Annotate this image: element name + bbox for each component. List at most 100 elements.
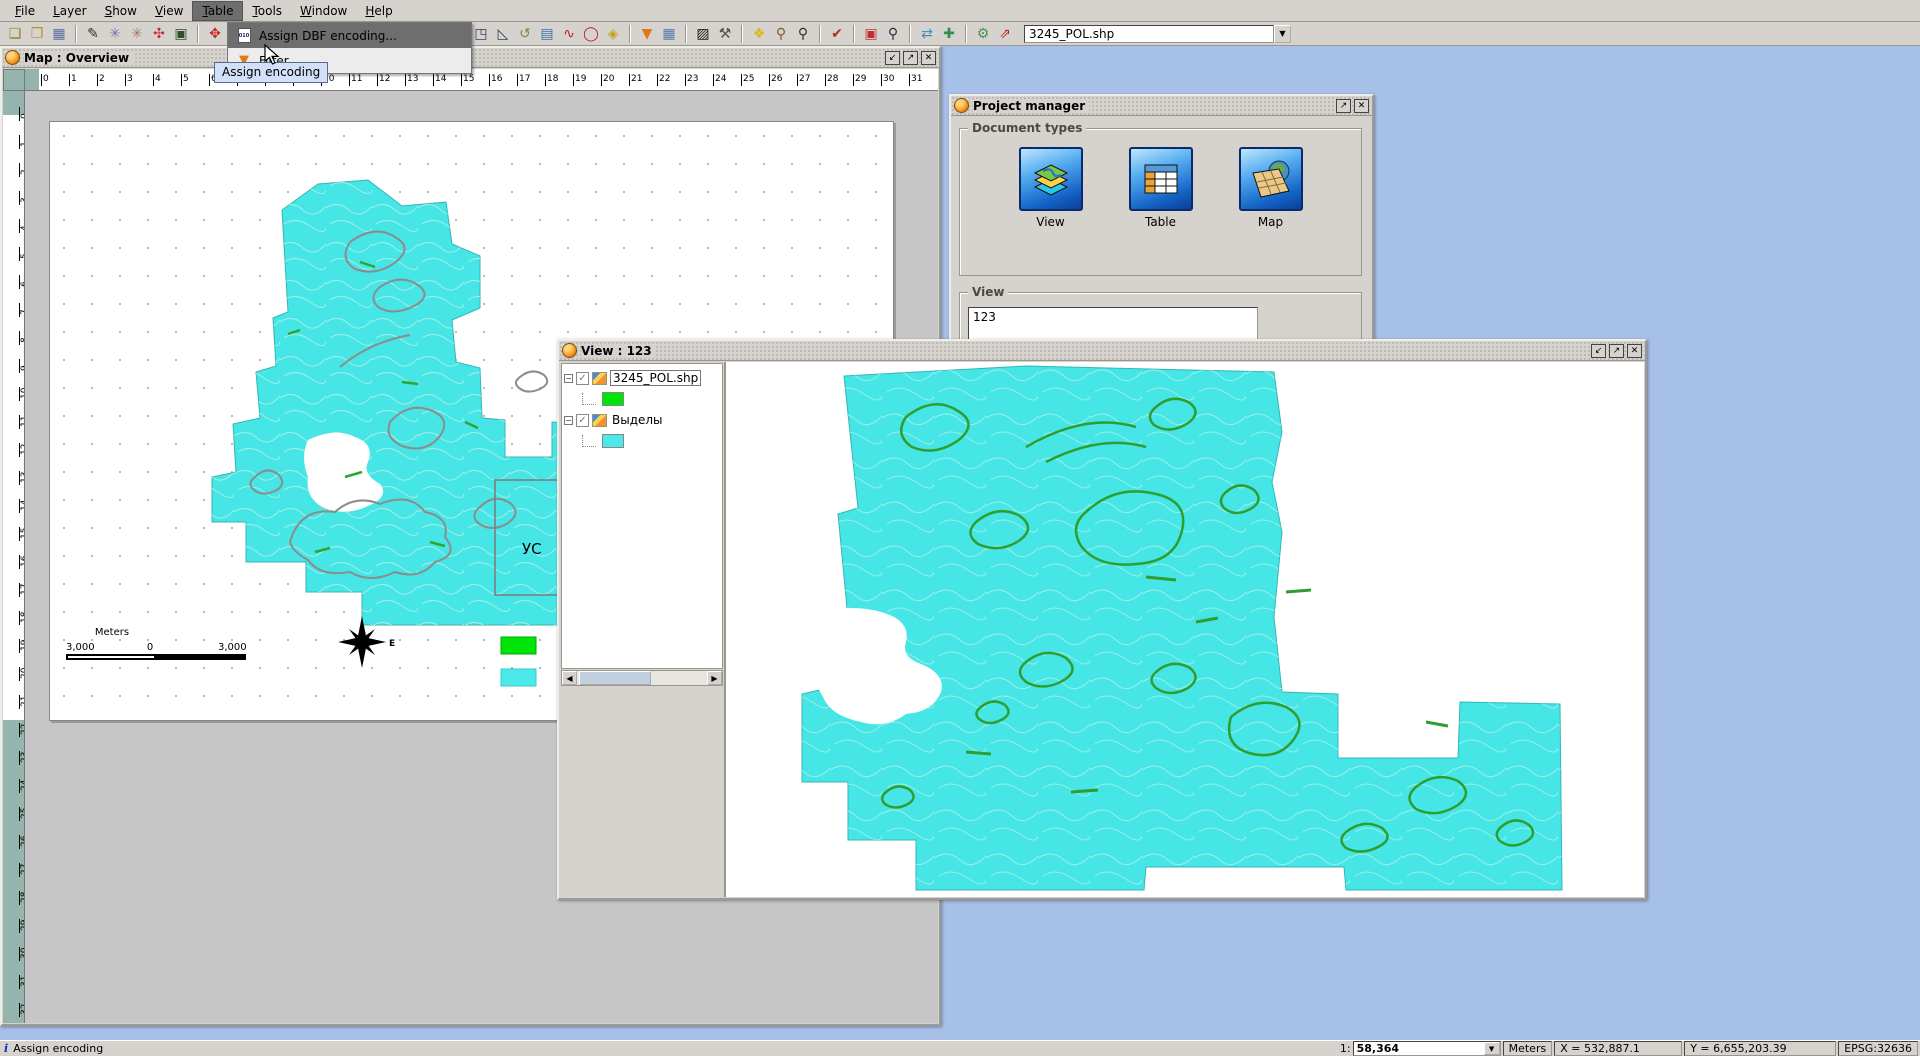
ruler-tick: 1 (69, 74, 77, 86)
layer-row[interactable]: −✓ 3245_POL.shp (564, 368, 720, 388)
layer-combobox[interactable]: 3245_POL.shp ▼ (1024, 25, 1291, 43)
toolbar-separator (853, 25, 855, 43)
ruler-tick: 25 (741, 74, 754, 86)
document-types-group: Document types ViewTableMap (959, 128, 1362, 276)
ruler-tick: 5 (181, 74, 189, 86)
zoom-extent-icon[interactable]: ✥ (204, 24, 226, 44)
menu-tools[interactable]: Tools (243, 2, 291, 20)
info-icon: i (4, 1042, 8, 1055)
scroll-left-icon[interactable]: ◀ (562, 671, 577, 685)
scale-value[interactable]: 58,364 (1354, 1042, 1484, 1055)
zoom-map-icon[interactable]: ⚲ (770, 24, 792, 44)
view-window-titlebar[interactable]: View : 123 ↙ ↗ ✕ (559, 341, 1645, 361)
refresh-view-icon[interactable]: ⇄ (916, 24, 938, 44)
scale-combobox[interactable]: 58,364 ▼ (1353, 1041, 1501, 1056)
restore-icon[interactable]: ↙ (885, 51, 900, 65)
snap-axes-icon[interactable]: ⇗ (994, 24, 1016, 44)
tree-connector (582, 393, 596, 405)
scrollbar-track[interactable] (577, 671, 707, 685)
layers-tree[interactable]: −✓3245_POL.shp−✓Выделы (561, 363, 723, 669)
table-document-icon[interactable] (1129, 147, 1193, 211)
maximize-icon[interactable]: ↗ (903, 51, 918, 65)
refresh-icon[interactable]: ↺ (514, 24, 536, 44)
scrollbar-thumb[interactable] (579, 671, 651, 685)
trace-select-icon[interactable]: ∿ (558, 24, 580, 44)
layer-checkbox[interactable]: ✓ (576, 414, 589, 427)
buffer-icon[interactable]: ◈ (602, 24, 624, 44)
doc-type-label: Table (1125, 215, 1197, 229)
map-document-icon[interactable] (1239, 147, 1303, 211)
layer-checkbox[interactable]: ✓ (576, 372, 589, 385)
geoprocess-icon[interactable]: ❖ (748, 24, 770, 44)
doc-type-table-button[interactable]: Table (1125, 147, 1197, 229)
edit-icon[interactable]: ✎ (82, 24, 104, 44)
search-attributes-icon[interactable]: ⚲ (792, 24, 814, 44)
menu-layer[interactable]: Layer (44, 2, 95, 20)
menu-bar: FileLayerShowViewTableToolsWindowHelp (0, 0, 1920, 22)
save-project-icon[interactable]: ▦ (48, 24, 70, 44)
toolbox-icon[interactable]: ⚒ (714, 24, 736, 44)
legend-swatch[interactable] (602, 392, 624, 406)
close-icon[interactable]: ✕ (1354, 99, 1369, 113)
legend-swatch[interactable] (602, 434, 624, 448)
close-icon[interactable]: ✕ (921, 51, 936, 65)
combobox-dropdown-icon[interactable]: ▼ (1274, 25, 1291, 43)
y-coordinate: Y = 6,655,203.39 (1684, 1041, 1836, 1056)
doc-type-label: Map (1235, 215, 1307, 229)
circle-select-icon[interactable]: ◯ (580, 24, 602, 44)
settings-gear-icon[interactable]: ⚙ (972, 24, 994, 44)
menu-view[interactable]: View (146, 2, 192, 20)
layers-panel-scrollbar[interactable]: ◀ ▶ (561, 670, 723, 686)
add-layer-icon[interactable]: ✚ (938, 24, 960, 44)
molecule-icon[interactable]: ✣ (148, 24, 170, 44)
filter-icon[interactable]: ▼ (636, 24, 658, 44)
layer-name[interactable]: Выделы (610, 413, 665, 427)
maximize-icon[interactable]: ↗ (1336, 99, 1351, 113)
maximize-icon[interactable]: ↗ (1609, 344, 1624, 358)
restore-icon[interactable]: ↙ (1591, 344, 1606, 358)
view-list-item[interactable]: 123 (973, 310, 1253, 324)
symbology-tree-alt-icon[interactable]: ✳ (126, 24, 148, 44)
scale-prefix: 1: (1340, 1042, 1351, 1055)
new-document-icon[interactable]: ❏ (4, 24, 26, 44)
raster-selection-icon[interactable]: ▨ (692, 24, 714, 44)
tree-collapse-icon[interactable]: − (564, 374, 573, 383)
view-window-title: View : 123 (581, 344, 656, 358)
scroll-right-icon[interactable]: ▶ (707, 671, 722, 685)
layer-row[interactable]: −✓ Выделы (564, 410, 720, 430)
ruler-tick: 4 (153, 74, 161, 86)
layer-combobox-value[interactable]: 3245_POL.shp (1024, 25, 1274, 43)
doc-type-view-button[interactable]: View (1015, 147, 1087, 229)
view-map-canvas[interactable] (726, 362, 1644, 897)
menu-window[interactable]: Window (291, 2, 356, 20)
edit-check-icon[interactable]: ✔ (826, 24, 848, 44)
doc-type-map-button[interactable]: Map (1235, 147, 1307, 229)
select-rectangle-icon[interactable]: ◳ (470, 24, 492, 44)
view-map-drawing (726, 362, 1644, 897)
menu-table[interactable]: Table (192, 1, 243, 21)
layer-name[interactable]: 3245_POL.shp (610, 370, 701, 386)
close-icon[interactable]: ✕ (1627, 344, 1642, 358)
view-document-icon[interactable] (1019, 147, 1083, 211)
ruler-tick: 15 (461, 74, 474, 86)
tree-collapse-icon[interactable]: − (564, 416, 573, 425)
select-polygon-icon[interactable]: ◺ (492, 24, 514, 44)
project-manager-title: Project manager (973, 99, 1089, 113)
table-tools-icon[interactable]: ▦ (658, 24, 680, 44)
menu-help[interactable]: Help (356, 2, 401, 20)
combobox-dropdown-icon[interactable]: ▼ (1484, 1042, 1500, 1055)
open-project-icon[interactable]: ❒ (26, 24, 48, 44)
legend-row (564, 388, 720, 410)
menu-show[interactable]: Show (96, 2, 146, 20)
menu-file[interactable]: File (6, 2, 44, 20)
attribute-table-icon[interactable]: ▤ (536, 24, 558, 44)
tree-connector (582, 435, 596, 447)
map-window-icon[interactable]: ▣ (860, 24, 882, 44)
map-window-title: Map : Overview (24, 51, 133, 65)
ruler-tick: 3 (125, 74, 133, 86)
ruler-tick: 11 (349, 74, 362, 86)
project-manager-titlebar[interactable]: Project manager ↗ ✕ (951, 96, 1372, 116)
symbology-tree-icon[interactable]: ✳ (104, 24, 126, 44)
overview-zoom-icon[interactable]: ⚲ (882, 24, 904, 44)
console-icon[interactable]: ▣ (170, 24, 192, 44)
